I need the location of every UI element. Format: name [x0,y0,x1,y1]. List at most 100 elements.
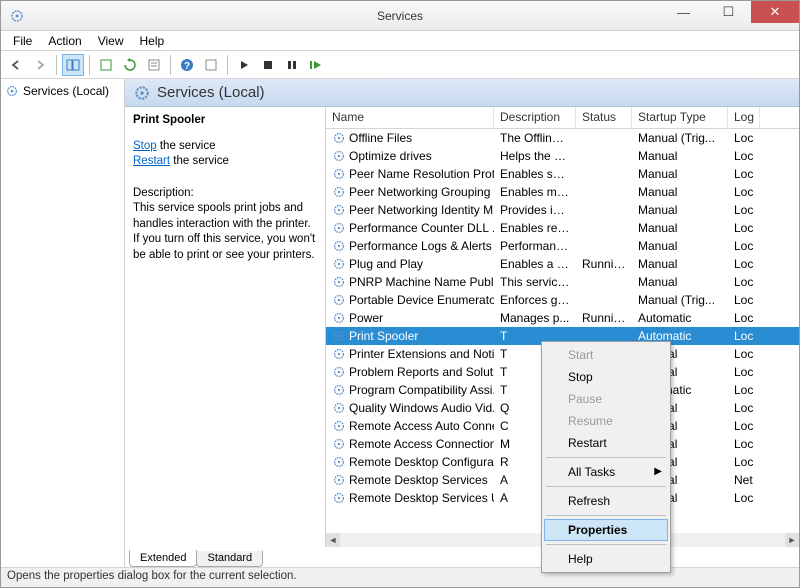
tree-pane: Services (Local) [1,79,125,567]
action-button[interactable] [200,54,222,76]
minimize-button[interactable]: — [661,1,706,23]
scroll-right-arrow[interactable]: ► [785,533,799,547]
gear-icon [332,329,346,343]
gear-icon [332,221,346,235]
cell-name: PNRP Machine Name Publi... [326,275,494,289]
cell-logon: Loc [728,455,760,469]
maximize-button[interactable]: ☐ [706,1,751,23]
ctx-stop[interactable]: Stop [544,366,668,388]
cell-name: Remote Desktop Services [326,473,494,487]
cell-description: Enables mul... [494,185,576,199]
start-service-button[interactable] [233,54,255,76]
stop-service-button[interactable] [257,54,279,76]
cell-logon: Loc [728,167,760,181]
col-description[interactable]: Description [494,107,576,128]
cell-startup: Manual [632,239,728,253]
ctx-restart[interactable]: Restart [544,432,668,454]
restart-suffix: the service [170,155,229,167]
right-pane: Services (Local) Print Spooler Stop the … [125,79,799,567]
cell-name: Remote Desktop Configurat... [326,455,494,469]
separator [546,457,666,458]
cell-startup: Manual (Trig... [632,131,728,145]
menu-view[interactable]: View [90,32,132,50]
restart-service-button[interactable] [305,54,327,76]
help-button[interactable]: ? [176,54,198,76]
back-button[interactable] [5,54,27,76]
separator [227,55,228,75]
cell-logon: Loc [728,149,760,163]
refresh-button[interactable] [119,54,141,76]
stop-link[interactable]: Stop [133,140,157,152]
cell-name: Remote Desktop Services U... [326,491,494,505]
col-status[interactable]: Status [576,107,632,128]
forward-button[interactable] [29,54,51,76]
col-startup-type[interactable]: Startup Type [632,107,728,128]
cell-startup: Manual [632,221,728,235]
table-row[interactable]: Optimize drivesHelps the c...ManualLoc [326,147,799,165]
ctx-properties[interactable]: Properties [544,519,668,541]
gear-icon [332,131,346,145]
ctx-all-tasks[interactable]: All Tasks▶ [544,461,668,483]
description-label: Description: [133,186,317,202]
table-row[interactable]: PNRP Machine Name Publi...This service .… [326,273,799,291]
cell-description: Manages p... [494,311,576,325]
cell-name: Print Spooler [326,329,494,343]
cell-logon: Loc [728,293,760,307]
show-hide-tree-button[interactable] [62,54,84,76]
col-name[interactable]: Name [326,107,494,128]
pause-service-button[interactable] [281,54,303,76]
table-row[interactable]: Portable Device Enumerator...Enforces gr… [326,291,799,309]
cell-startup: Manual [632,185,728,199]
separator [546,515,666,516]
table-row[interactable]: Peer Networking GroupingEnables mul...Ma… [326,183,799,201]
tab-standard[interactable]: Standard [196,550,263,567]
ctx-help[interactable]: Help [544,548,668,570]
cell-startup: Manual (Trig... [632,293,728,307]
cell-logon: Loc [728,203,760,217]
svg-text:?: ? [184,61,190,72]
cell-name: Program Compatibility Assi... [326,383,494,397]
cell-logon: Loc [728,365,760,379]
gear-icon [332,149,346,163]
restart-link[interactable]: Restart [133,155,170,167]
export-list-button[interactable] [95,54,117,76]
tab-extended[interactable]: Extended [129,550,197,567]
gear-icon [332,437,346,451]
menu-help[interactable]: Help [132,32,173,50]
tree-item-services-local[interactable]: Services (Local) [3,83,122,99]
menu-bar: File Action View Help [1,31,799,51]
cell-startup: Manual [632,203,728,217]
cell-name: Offline Files [326,131,494,145]
table-row[interactable]: Offline FilesThe Offline ...Manual (Trig… [326,129,799,147]
cell-startup: Manual [632,275,728,289]
cell-name: Printer Extensions and Notif... [326,347,494,361]
cell-logon: Loc [728,131,760,145]
table-row[interactable]: Performance Logs & AlertsPerformanc...Ma… [326,237,799,255]
col-logon[interactable]: Log [728,107,760,128]
menu-file[interactable]: File [5,32,40,50]
table-row[interactable]: PowerManages p...RunningAutomaticLoc [326,309,799,327]
table-row[interactable]: Plug and PlayEnables a c...RunningManual… [326,255,799,273]
table-row[interactable]: Performance Counter DLL ...Enables rem..… [326,219,799,237]
cell-name: Performance Logs & Alerts [326,239,494,253]
toolbar: ? [1,51,799,79]
title-bar: Services — ☐ ✕ [1,1,799,31]
menu-action[interactable]: Action [40,32,89,50]
table-row[interactable]: Peer Name Resolution Prot...Enables serv… [326,165,799,183]
close-button[interactable]: ✕ [751,1,799,23]
description-text: This service spools print jobs and handl… [133,201,317,263]
gear-icon [5,84,19,98]
ctx-refresh[interactable]: Refresh [544,490,668,512]
main-area: Services (Local) Services (Local) Print … [1,79,799,567]
separator [546,544,666,545]
table-row[interactable]: Peer Networking Identity M...Provides id… [326,201,799,219]
ctx-start: Start [544,344,668,366]
cell-logon: Loc [728,221,760,235]
header-strip: Services (Local) [125,79,799,107]
properties-button[interactable] [143,54,165,76]
gear-icon [332,311,346,325]
cell-status: Running [576,257,632,271]
gear-icon [332,203,346,217]
cell-logon: Loc [728,275,760,289]
scroll-left-arrow[interactable]: ◄ [326,533,340,547]
